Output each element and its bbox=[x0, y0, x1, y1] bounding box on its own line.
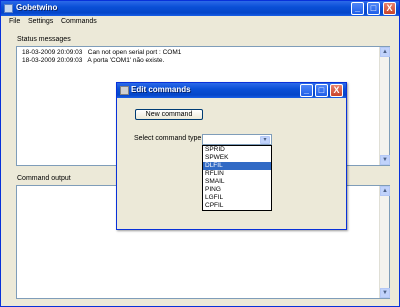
command-output-label: Command output bbox=[17, 175, 71, 182]
status-messages-label: Status messages bbox=[17, 36, 71, 43]
close-button[interactable]: X bbox=[383, 2, 396, 15]
minimize-button[interactable]: _ bbox=[351, 2, 364, 15]
status-line: 18-03-2009 20:09:03 A porta 'COM1' não e… bbox=[22, 57, 165, 64]
status-scrollbar[interactable]: ▲ ▼ bbox=[379, 47, 390, 165]
menubar: File Settings Commands bbox=[1, 16, 399, 28]
scroll-down-icon[interactable]: ▼ bbox=[380, 288, 390, 298]
menu-settings[interactable]: Settings bbox=[28, 18, 53, 25]
scroll-up-icon[interactable]: ▲ bbox=[380, 186, 390, 196]
dropdown-option-cpfil[interactable]: CPFIL bbox=[203, 202, 271, 210]
new-command-button[interactable]: New command bbox=[135, 109, 203, 120]
menu-file[interactable]: File bbox=[9, 18, 20, 25]
dialog-icon bbox=[120, 86, 129, 95]
menu-commands[interactable]: Commands bbox=[61, 18, 97, 25]
command-type-select[interactable]: ▾ bbox=[202, 134, 272, 145]
dropdown-option-rflin[interactable]: RFLIN bbox=[203, 170, 271, 178]
window-title: Gobetwino bbox=[16, 3, 58, 12]
dropdown-option-lgfil[interactable]: LGFIL bbox=[203, 194, 271, 202]
dropdown-option-spwek[interactable]: SPWEK bbox=[203, 154, 271, 162]
dialog-maximize-button[interactable]: □ bbox=[315, 84, 328, 97]
dropdown-option-ping[interactable]: PING bbox=[203, 186, 271, 194]
output-scrollbar[interactable]: ▲ ▼ bbox=[379, 186, 390, 298]
dialog-close-button[interactable]: X bbox=[330, 84, 343, 97]
dialog-titlebar[interactable]: Edit commands _ □ X bbox=[117, 83, 346, 98]
scroll-down-icon[interactable]: ▼ bbox=[380, 155, 390, 165]
main-titlebar[interactable]: Gobetwino _ □ X bbox=[1, 1, 399, 16]
dialog-title: Edit commands bbox=[131, 85, 191, 94]
command-type-dropdown: SPRID SPWEK DLFIL RFLIN SMAIL PING LGFIL… bbox=[202, 145, 272, 211]
dropdown-option-dlfil[interactable]: DLFIL bbox=[203, 162, 271, 170]
dialog-minimize-button[interactable]: _ bbox=[300, 84, 313, 97]
status-line: 18-03-2009 20:09:03 Can not open serial … bbox=[22, 49, 182, 56]
edit-commands-dialog: Edit commands _ □ X New command Select c… bbox=[116, 82, 347, 230]
scroll-up-icon[interactable]: ▲ bbox=[380, 47, 390, 57]
app-icon bbox=[4, 4, 13, 13]
dropdown-option-smail[interactable]: SMAIL bbox=[203, 178, 271, 186]
select-command-type-label: Select command type bbox=[134, 135, 202, 142]
chevron-down-icon[interactable]: ▾ bbox=[260, 136, 270, 144]
maximize-button[interactable]: □ bbox=[367, 2, 380, 15]
dropdown-option-sprid[interactable]: SPRID bbox=[203, 146, 271, 154]
